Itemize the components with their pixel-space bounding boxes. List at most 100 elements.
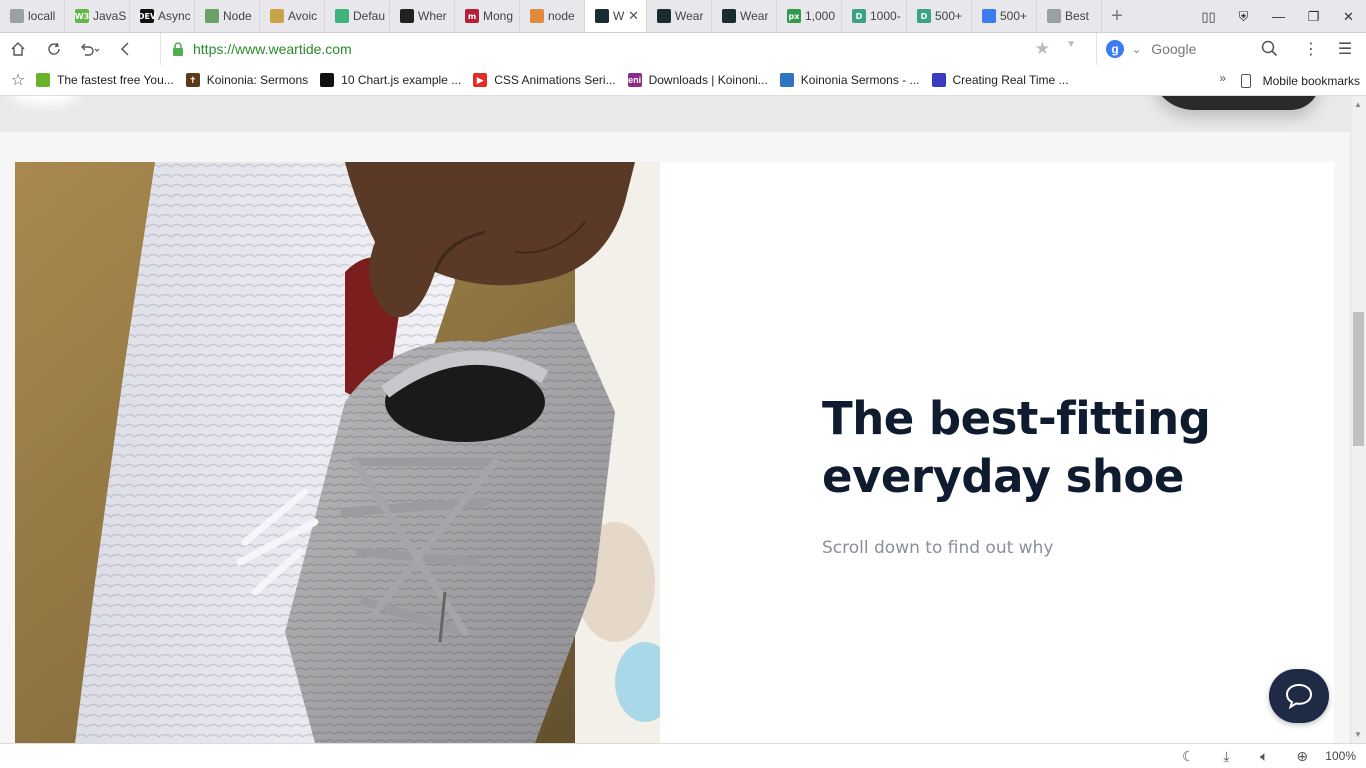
shoe-sole-image [1150, 96, 1320, 110]
favorites-star-icon[interactable]: ☆ [0, 70, 36, 90]
bookmark-item[interactable]: ▶ CSS Animations Seri... [473, 73, 616, 87]
browser-tab[interactable]: Wher [390, 0, 455, 32]
tab-label: Avoic [288, 9, 318, 23]
tab-favicon-icon [10, 9, 24, 23]
bookmark-star-icon[interactable]: ★ [1035, 39, 1050, 59]
tab-favicon-icon [657, 9, 671, 23]
tab-strip: locall W3 JavaS DEV Async Node Avoic Defau Wher m… [0, 0, 1366, 33]
browser-tab[interactable]: D 1000- [842, 0, 907, 32]
more-vertical-icon[interactable]: ⋮ [1294, 33, 1328, 65]
browser-tab[interactable]: D 500+ [907, 0, 972, 32]
bookmark-label: Creating Real Time ... [952, 73, 1069, 87]
search-engine-icon[interactable]: g [1106, 40, 1124, 58]
hero-shoe-photo [15, 162, 660, 743]
hero-subtitle: Scroll down to find out why [822, 538, 1054, 558]
bookmark-favicon-icon [779, 73, 794, 87]
browser-tab[interactable]: Wear [712, 0, 777, 32]
volume-icon[interactable]: 🔈︎ [1245, 748, 1283, 765]
skin-button[interactable]: ⛨ [1226, 0, 1261, 33]
bookmark-favicon-icon: eni [627, 73, 642, 87]
tab-favicon-icon [1047, 9, 1061, 23]
browser-tab[interactable]: m Mong [455, 0, 520, 32]
tab-label: JavaS [93, 9, 127, 23]
hero-title: The best-fitting everyday shoe [822, 392, 1211, 503]
restore-button[interactable]: ❐ [1296, 0, 1331, 33]
tab-label: Node [223, 9, 252, 23]
tab-favicon-icon [400, 9, 414, 23]
tab-label: 1,000 [805, 9, 836, 23]
tab-favicon-icon [530, 9, 544, 23]
bookmark-item[interactable]: Creating Real Time ... [931, 73, 1069, 87]
browser-tab[interactable]: node [520, 0, 585, 32]
tab-label: locall [28, 9, 56, 23]
lock-icon [173, 42, 183, 56]
bookmark-favicon-icon [320, 73, 335, 87]
previous-section-strip [0, 96, 1350, 132]
scroll-thumb[interactable] [1353, 312, 1364, 446]
tab-label: W [613, 9, 625, 23]
tab-favicon-icon: D [852, 9, 866, 23]
bookmark-label: Downloads | Koinoni... [648, 73, 768, 87]
bookmark-favicon-icon: ▶ [473, 73, 488, 87]
chat-button[interactable] [1269, 669, 1329, 723]
tab-favicon-icon: DEV [138, 9, 156, 23]
reload-icon[interactable] [36, 33, 72, 65]
url-field[interactable]: https://www.weartide.com ★ ▼ [160, 33, 1090, 65]
browser-tab[interactable]: DEV Async [130, 0, 195, 32]
tab-label: 500+ [1000, 9, 1028, 23]
bookmark-item[interactable]: The fastest free You... [36, 73, 174, 87]
bookmark-item[interactable]: Koinonia Sermons - ... [779, 73, 920, 87]
bookmark-item[interactable]: eni Downloads | Koinoni... [627, 73, 768, 87]
hero-text-panel: The best-fitting everyday shoe Scroll do… [660, 162, 1334, 743]
close-tab-icon[interactable]: ✕ [628, 8, 639, 24]
tab-label: 500+ [935, 9, 963, 23]
browser-tab[interactable]: Defau [325, 0, 390, 32]
back-icon[interactable] [108, 33, 144, 65]
status-bar: ☾ ⤓ 🔈︎ ⊕ 100% [0, 743, 1366, 768]
page-content: The best-fitting everyday shoe Scroll do… [0, 96, 1350, 743]
scroll-up-arrow[interactable]: ▲ [1354, 100, 1362, 109]
bookmarks-more-icon[interactable]: » [1219, 71, 1226, 85]
chevron-down-icon[interactable]: ▼ [1066, 39, 1076, 50]
new-tab-button[interactable]: + [1102, 0, 1132, 32]
browser-tab[interactable]: Avoic [260, 0, 325, 32]
browser-tab[interactable]: W3 JavaS [65, 0, 130, 32]
night-mode-icon[interactable]: ☾ [1169, 748, 1207, 765]
zoom-icon[interactable]: ⊕ [1283, 748, 1321, 765]
bookmark-item[interactable]: 10 Chart.js example ... [320, 73, 461, 87]
window-controls: ▯▯ ⛨ — ❐ ✕ [1191, 0, 1366, 33]
tab-favicon-icon [335, 9, 349, 23]
browser-tab[interactable]: px 1,000 [777, 0, 842, 32]
browser-tab[interactable]: Wear [647, 0, 712, 32]
tab-favicon-icon: W3 [75, 9, 89, 23]
browser-tab[interactable]: Best [1037, 0, 1102, 32]
bookmarks-bar: ☆ The fastest free You... ✝ Koinonia: Serm… [0, 65, 1366, 96]
undo-icon[interactable] [72, 33, 108, 65]
browser-tab[interactable]: Node [195, 0, 260, 32]
tab-label: Best [1065, 9, 1090, 23]
download-icon[interactable]: ⤓ [1207, 748, 1245, 765]
menu-icon[interactable]: ☰ [1328, 33, 1362, 65]
home-icon[interactable] [0, 33, 36, 65]
tile-windows-button[interactable]: ▯▯ [1191, 0, 1226, 33]
close-window-button[interactable]: ✕ [1331, 0, 1366, 33]
mobile-bookmarks[interactable]: Mobile bookmarks [1240, 65, 1360, 96]
tab-label: Defau [353, 9, 386, 23]
scroll-down-arrow[interactable]: ▼ [1354, 730, 1362, 739]
decorative-blur [10, 96, 80, 106]
page-scrollbar[interactable]: ▲ ▼ [1350, 96, 1366, 743]
chevron-down-icon[interactable]: ⌄ [1132, 43, 1141, 56]
search-icon[interactable] [1261, 40, 1278, 57]
bookmark-item[interactable]: ✝ Koinonia: Sermons [185, 73, 308, 87]
tab-favicon-icon: D [917, 9, 931, 23]
browser-tab[interactable]: 500+ [972, 0, 1037, 32]
tab-label: 1000- [870, 9, 901, 23]
browser-tab[interactable]: W ✕ [585, 0, 647, 32]
minimize-button[interactable]: — [1261, 0, 1296, 33]
zoom-level[interactable]: 100% [1325, 749, 1356, 763]
search-box[interactable]: g ⌄ Google [1096, 33, 1286, 65]
browser-tab[interactable]: locall [0, 0, 65, 32]
tab-label: Mong [483, 9, 514, 23]
tab-favicon-icon [722, 9, 736, 23]
tab-label: Wher [418, 9, 447, 23]
